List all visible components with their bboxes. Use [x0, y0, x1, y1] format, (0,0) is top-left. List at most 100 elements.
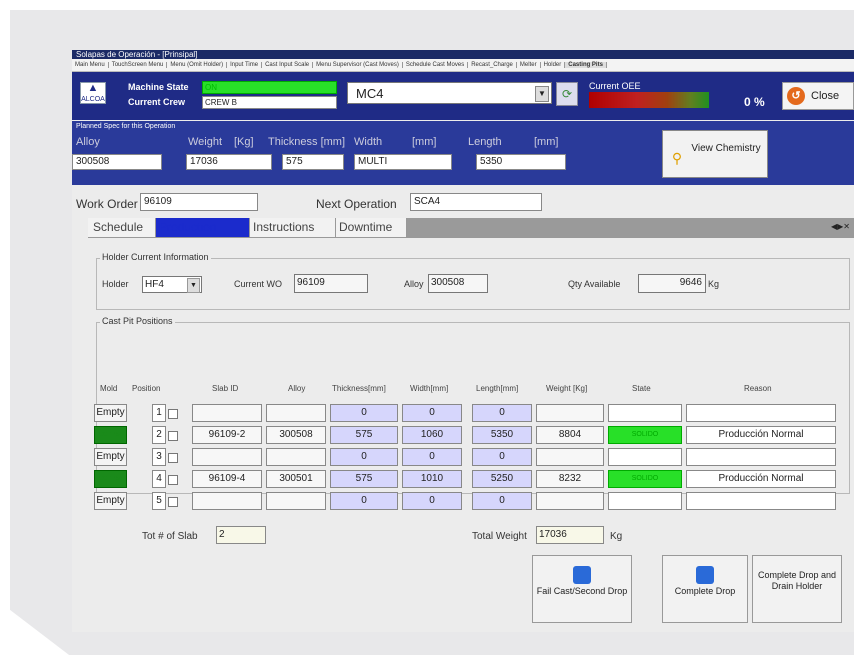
- cast-pit-positions-title: Cast Pit Positions: [100, 316, 175, 326]
- weight-cell: 8232: [536, 470, 604, 488]
- fail-cast-button[interactable]: Fail Cast/Second Drop: [532, 555, 632, 623]
- work-order-label: Work Order: [76, 197, 138, 211]
- tab-production[interactable]: Production: [156, 218, 250, 237]
- thickness-cell: 575: [330, 470, 398, 488]
- oee-value: 0 %: [744, 95, 765, 109]
- company-logo: ▲ ALCOA: [80, 82, 106, 104]
- width-cell: 0: [402, 448, 462, 466]
- slab-id-cell: [192, 492, 262, 510]
- thickness-cell: 575: [330, 426, 398, 444]
- view-chemistry-button[interactable]: ⚲ View Chemistry: [662, 130, 768, 178]
- menu-item[interactable]: Schedule Cast Moves: [402, 62, 469, 68]
- menu-item[interactable]: Input Time: [227, 62, 263, 68]
- alloy-label: Alloy: [76, 136, 100, 148]
- slab-id-cell: 96109-4: [192, 470, 262, 488]
- row-checkbox[interactable]: [168, 453, 178, 463]
- reason-cell: Producción Normal: [686, 426, 836, 444]
- window-title: Solapas de Operación - [Prinsipal]: [72, 50, 854, 59]
- menu-item[interactable]: Holder: [540, 62, 566, 68]
- close-button[interactable]: ↺ Close: [782, 82, 854, 110]
- complete-drop-drain-label: Complete Drop and Drain Holder: [757, 570, 837, 591]
- view-chemistry-label: View Chemistry: [691, 143, 761, 154]
- holder-group-title: Holder Current Information: [100, 252, 211, 262]
- holder-alloy-field: 300508: [428, 274, 488, 293]
- oee-bar: [589, 92, 709, 108]
- total-weight-unit: Kg: [610, 531, 623, 542]
- refresh-icon: ⟳: [561, 87, 573, 101]
- reason-cell: [686, 448, 836, 466]
- mold-button[interactable]: Empty: [94, 492, 127, 510]
- reason-cell: Producción Normal: [686, 470, 836, 488]
- weight-unit: [Kg]: [234, 136, 254, 148]
- chevron-down-icon[interactable]: ▼: [535, 86, 549, 102]
- weight-field: 17036: [186, 154, 272, 170]
- column-header-width: Width[mm]: [410, 384, 449, 393]
- tot-slab-field: 2: [216, 526, 266, 544]
- tab-schedule[interactable]: Schedule: [90, 218, 156, 237]
- thickness-field: 575: [282, 154, 344, 170]
- chevron-down-icon[interactable]: ▼: [187, 278, 200, 293]
- row-checkbox[interactable]: [168, 475, 178, 485]
- width-field: MULTI: [354, 154, 452, 170]
- row-checkbox[interactable]: [168, 497, 178, 507]
- holder-alloy-label: Alloy: [404, 279, 424, 289]
- alloy-cell: [266, 448, 326, 466]
- width-cell: 0: [402, 404, 462, 422]
- fail-cast-label: Fail Cast/Second Drop: [536, 586, 628, 596]
- row-checkbox[interactable]: [168, 431, 178, 441]
- slab-id-cell: 96109-2: [192, 426, 262, 444]
- complete-drop-drain-button[interactable]: Complete Drop and Drain Holder: [752, 555, 842, 623]
- qty-unit: Kg: [708, 279, 720, 289]
- tab-scroll-arrows[interactable]: ◀▶✕: [831, 222, 850, 231]
- weight-cell: 8804: [536, 426, 604, 444]
- length-cell: 0: [472, 492, 532, 510]
- menu-item[interactable]: Recast_Charge: [468, 62, 517, 68]
- close-icon: ↺: [787, 87, 805, 105]
- mold-button[interactable]: CC.1766: [94, 470, 127, 488]
- menu-item[interactable]: Cast Input Scale: [262, 62, 314, 68]
- mold-button[interactable]: Empty: [94, 448, 127, 466]
- state-cell: [608, 448, 682, 466]
- width-unit: [mm]: [412, 136, 437, 148]
- work-order-field: 96109: [140, 193, 258, 211]
- tab-instructions[interactable]: Instructions: [250, 218, 336, 237]
- machine-select[interactable]: MC4 ▼: [347, 82, 552, 104]
- complete-drop-button[interactable]: Complete Drop: [662, 555, 748, 623]
- width-cell: 0: [402, 492, 462, 510]
- menu-item-casting-pits[interactable]: Casting Pits: [565, 62, 607, 68]
- tab-downtime[interactable]: Downtime: [336, 218, 407, 237]
- mold-button[interactable]: Empty: [94, 404, 127, 422]
- menu-item[interactable]: Menu Supervisor (Cast Moves): [313, 62, 403, 68]
- tab-bar-filler: [407, 218, 854, 237]
- weight-cell: [536, 448, 604, 466]
- column-header-length: Length[mm]: [476, 384, 519, 393]
- menu-item[interactable]: Main Menu: [72, 62, 109, 68]
- alloy-cell: 300501: [266, 470, 326, 488]
- logo-text: ALCOA: [81, 96, 105, 103]
- mold-button[interactable]: CC.1764: [94, 426, 127, 444]
- current-crew-label: Current Crew: [128, 97, 186, 107]
- length-field: 5350: [476, 154, 566, 170]
- menu-item[interactable]: TouchScreen Menu: [108, 62, 168, 68]
- planned-spec-caption: Planned Spec for this Operation: [76, 123, 176, 130]
- reason-cell: [686, 404, 836, 422]
- thickness-cell: 0: [330, 448, 398, 466]
- position-cell: 3: [152, 448, 166, 466]
- width-label: Width: [354, 136, 383, 148]
- position-cell: 2: [152, 426, 166, 444]
- tot-slab-label: Tot # of Slab: [142, 531, 198, 542]
- row-checkbox[interactable]: [168, 409, 178, 419]
- current-oee-label: Current OEE: [589, 81, 641, 91]
- next-operation-field: SCA4: [410, 193, 542, 211]
- state-cell: SOLIDO: [608, 426, 682, 444]
- column-header-slab-id: Slab ID: [212, 384, 239, 393]
- position-cell: 5: [152, 492, 166, 510]
- slab-id-cell: [192, 404, 262, 422]
- menu-item[interactable]: Melter: [516, 62, 541, 68]
- refresh-button[interactable]: ⟳: [556, 82, 578, 106]
- holder-select[interactable]: HF4 ▼: [142, 276, 202, 293]
- qty-available-field: 9646: [638, 274, 706, 293]
- next-operation-label: Next Operation: [316, 197, 397, 211]
- menu-item[interactable]: Menu (Omit Holder): [167, 62, 228, 68]
- alloy-field: 300508: [72, 154, 162, 170]
